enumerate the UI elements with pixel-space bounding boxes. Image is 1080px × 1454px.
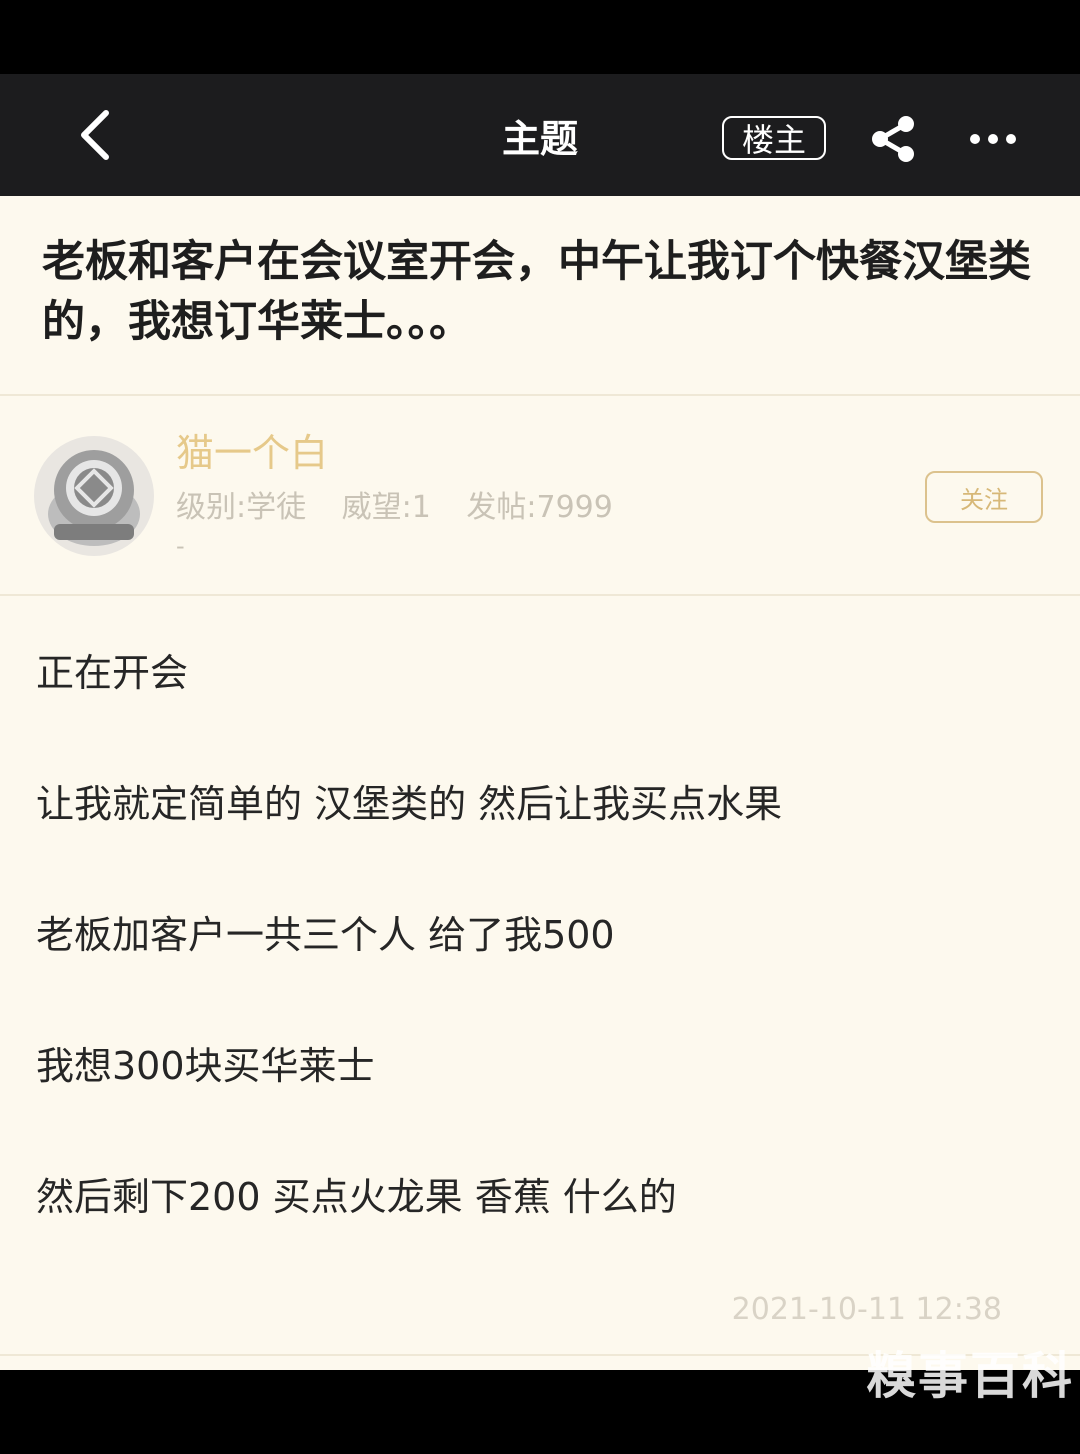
follow-button[interactable]: 关注	[925, 471, 1043, 523]
thread-content: 老板和客户在会议室开会，中午让我订个快餐汉堡类的，我想订华莱士。。。 猫一个白 …	[0, 196, 1080, 1370]
author-signature: -	[176, 532, 185, 560]
post-line: 正在开会	[36, 651, 189, 695]
back-button[interactable]	[66, 102, 126, 168]
divider	[0, 394, 1080, 396]
share-button[interactable]	[862, 108, 924, 170]
more-button[interactable]	[958, 108, 1028, 170]
post-line: 老板加客户一共三个人 给了我500	[36, 913, 615, 957]
post-line: 我想300块买华莱士	[36, 1044, 375, 1088]
author-meta: 级别:学徒 威望:1 发帖:7999	[176, 482, 639, 526]
avatar-helmet-icon	[48, 450, 140, 546]
page-title: 主题	[501, 116, 578, 161]
author-post-count: 发帖:7999	[466, 490, 613, 525]
post-timestamp: 2021-10-11 12:38	[731, 1292, 1002, 1327]
thread-title: 老板和客户在会议室开会，中午让我订个快餐汉堡类的，我想订华莱士。。。	[42, 237, 1031, 347]
author-name[interactable]: 猫一个白	[176, 422, 328, 477]
avatar[interactable]	[34, 436, 154, 556]
more-icon	[970, 134, 1016, 144]
top-navigation-bar: 主题 楼主	[0, 74, 1080, 196]
share-icon	[872, 116, 914, 162]
back-arrow-icon	[81, 110, 109, 160]
divider	[0, 594, 1080, 596]
author-level: 级别:学徒	[176, 490, 307, 525]
only-op-button[interactable]: 楼主	[722, 116, 826, 160]
post-line: 让我就定简单的 汉堡类的 然后让我买点水果	[36, 782, 783, 826]
watermark: 糗事百科	[866, 1347, 1074, 1405]
author-prestige: 威望:1	[341, 490, 431, 525]
post-line: 然后剩下200 买点火龙果 香蕉 什么的	[36, 1175, 677, 1219]
